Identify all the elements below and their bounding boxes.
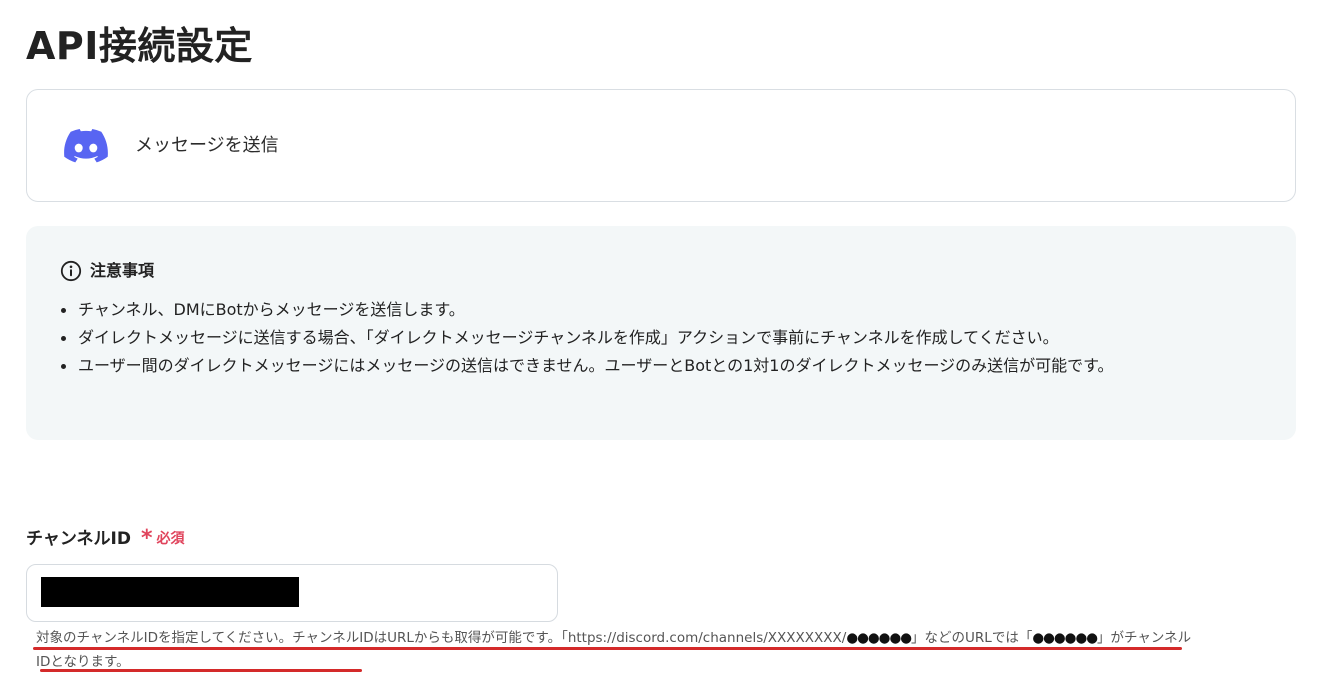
discord-icon: [64, 129, 108, 163]
help-text-part: 対象のチャンネルIDを指定してください。チャンネルIDはURLからも取得が可能で…: [36, 630, 847, 646]
info-icon: [60, 260, 82, 282]
field-label-text: チャンネルID: [26, 529, 131, 549]
masked-id: ●●●●●●: [1032, 630, 1098, 646]
notice-item: ユーザー間のダイレクトメッセージにはメッセージの送信はできません。ユーザーとBo…: [61, 352, 1278, 380]
notice-title: 注意事項: [90, 261, 155, 280]
channel-id-input[interactable]: [26, 564, 558, 622]
notice-list: チャンネル、DMにBotからメッセージを送信します。 ダイレクトメッセージに送信…: [58, 296, 1278, 380]
help-text-part: 」などのURLでは「: [911, 630, 1033, 646]
help-text: 対象のチャンネルIDを指定してください。チャンネルIDはURLからも取得が可能で…: [36, 626, 1196, 674]
channel-id-label: チャンネルID * 必須: [26, 527, 184, 551]
notice-item: ダイレクトメッセージに送信する場合、「ダイレクトメッセージチャンネルを作成」アク…: [61, 324, 1278, 352]
annotation-underline: [40, 669, 362, 672]
notice-item: チャンネル、DMにBotからメッセージを送信します。: [61, 296, 1278, 324]
action-label: メッセージを送信: [135, 135, 279, 156]
masked-id: ●●●●●●: [846, 630, 912, 646]
action-card[interactable]: メッセージを送信: [26, 89, 1296, 202]
required-badge: 必須: [156, 531, 185, 547]
required-asterisk: *: [140, 526, 153, 551]
page-title: API接続設定: [26, 24, 253, 68]
annotation-underline: [33, 647, 1182, 650]
notice-box: 注意事項 チャンネル、DMにBotからメッセージを送信します。 ダイレクトメッセ…: [26, 226, 1296, 440]
redacted-value: [41, 577, 299, 607]
notice-heading: 注意事項: [60, 260, 154, 282]
